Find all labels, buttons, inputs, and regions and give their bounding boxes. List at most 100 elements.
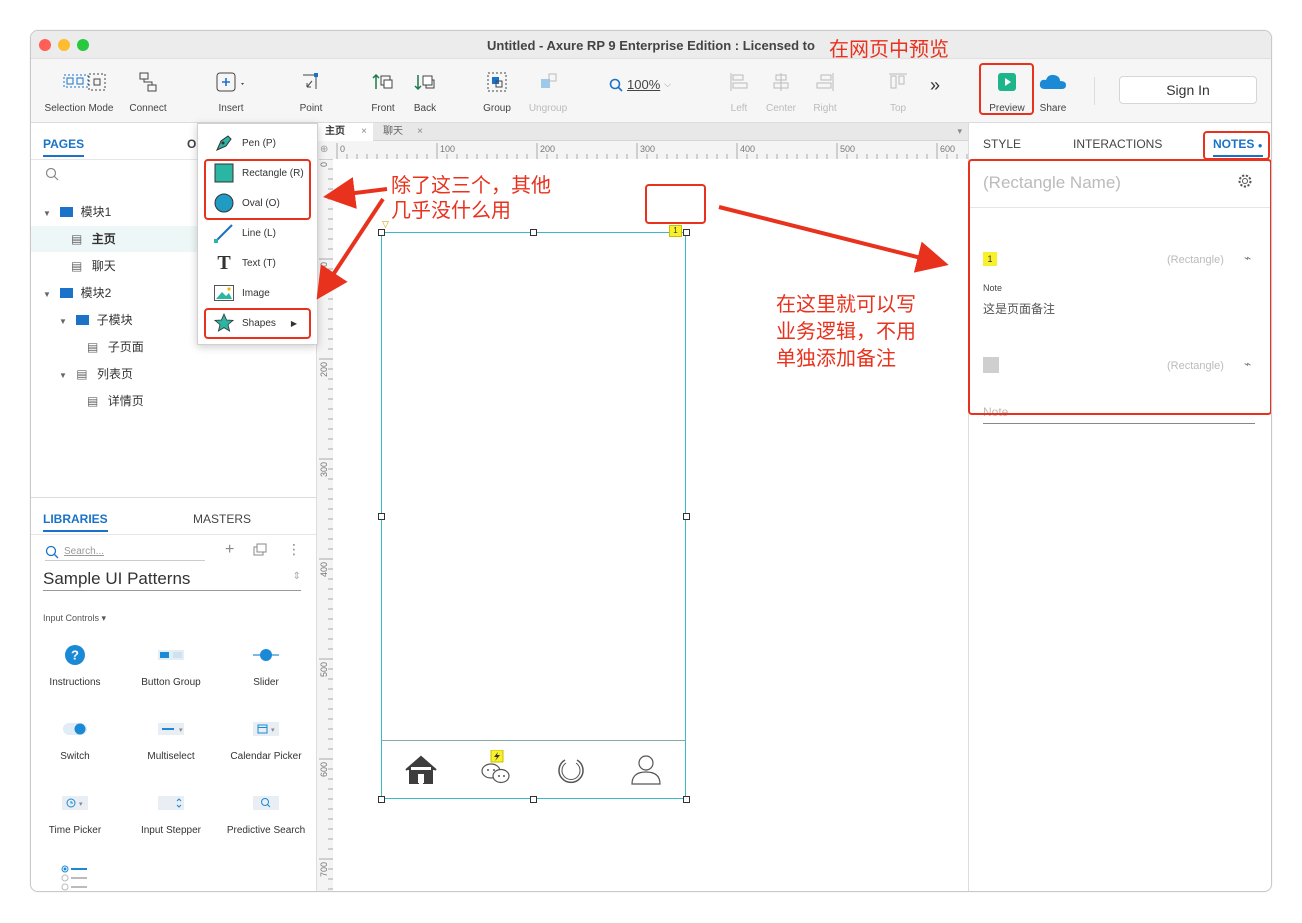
ruler-label: 0 bbox=[340, 144, 345, 154]
menu-item-rectangle[interactable]: Rectangle (R) bbox=[198, 158, 317, 188]
gear-icon[interactable] bbox=[1237, 173, 1253, 194]
pages-search-icon[interactable] bbox=[45, 167, 59, 186]
resize-handle[interactable] bbox=[530, 796, 537, 803]
align-top-button[interactable]: Top bbox=[881, 69, 915, 114]
tree-folder-submodule[interactable]: ▼ 子模块 bbox=[59, 307, 133, 333]
widget-label: Time Picker bbox=[48, 825, 102, 836]
preview-button[interactable]: Preview bbox=[985, 69, 1029, 114]
refresh-circle-icon[interactable] bbox=[555, 756, 587, 791]
widget-instructions[interactable]: ? Instructions bbox=[31, 643, 125, 688]
close-tab-icon[interactable]: × bbox=[417, 123, 423, 141]
tree-item-label: 模块2 bbox=[80, 286, 112, 300]
note-1-value[interactable]: 这是页面备注 bbox=[983, 300, 1055, 317]
tab-libraries[interactable]: LIBRARIES bbox=[43, 512, 108, 532]
rectangle-artboard[interactable] bbox=[381, 232, 686, 799]
back-button[interactable]: Back bbox=[407, 69, 443, 114]
align-left-icon bbox=[721, 69, 757, 95]
ruler-label: 200 bbox=[319, 362, 329, 377]
panel-divider bbox=[969, 207, 1271, 208]
menu-item-line[interactable]: Line (L) bbox=[198, 218, 317, 248]
add-library-icon[interactable]: + bbox=[225, 541, 234, 559]
chat-icon[interactable] bbox=[479, 749, 513, 791]
note-1-field-label: Note bbox=[983, 283, 1003, 293]
resize-handle[interactable] bbox=[378, 229, 385, 236]
tree-page-chat[interactable]: ▤ 聊天 bbox=[71, 253, 116, 279]
tab-notes[interactable]: NOTES ● bbox=[1213, 137, 1263, 157]
tab-pages[interactable]: PAGES bbox=[43, 137, 85, 157]
widget-name-input[interactable]: (Rectangle Name) bbox=[983, 173, 1213, 193]
group-button[interactable]: Group bbox=[479, 69, 515, 114]
library-select[interactable]: Sample UI Patterns ⇕ bbox=[43, 569, 301, 591]
more-options-icon[interactable]: ⋮ bbox=[287, 541, 301, 558]
menu-item-shapes[interactable]: Shapes ▶ bbox=[198, 308, 317, 338]
close-tab-icon[interactable]: × bbox=[361, 123, 367, 141]
tab-interactions[interactable]: INTERACTIONS bbox=[1073, 137, 1162, 151]
align-right-button[interactable]: Right bbox=[807, 69, 843, 114]
tab-overflow-icon[interactable]: ▾ bbox=[957, 126, 962, 137]
resize-handle[interactable] bbox=[530, 229, 537, 236]
point-label: Point bbox=[299, 103, 323, 114]
widget-predictive-search[interactable]: Predictive Search bbox=[216, 791, 316, 836]
tree-page-detail[interactable]: ▤ 详情页 bbox=[87, 388, 144, 414]
tree-page-subpage[interactable]: ▤ 子页面 bbox=[87, 334, 144, 360]
share-button[interactable]: Share bbox=[1033, 69, 1073, 114]
tree-folder-module1[interactable]: ▼ 模块1 bbox=[43, 199, 111, 225]
svg-text:▾: ▾ bbox=[79, 801, 83, 808]
menu-item-pen[interactable]: Pen (P) bbox=[198, 128, 317, 158]
widget-button-group[interactable]: Button Group bbox=[121, 643, 221, 688]
insert-button[interactable]: Insert bbox=[209, 69, 253, 114]
tab-style[interactable]: STYLE bbox=[983, 137, 1021, 151]
widget-label: Calendar Picker bbox=[230, 751, 302, 762]
notes-dot-icon: ● bbox=[1257, 141, 1263, 150]
menu-item-text[interactable]: T Text (T) bbox=[198, 248, 317, 278]
resize-handle[interactable] bbox=[378, 796, 385, 803]
tab-outline[interactable]: O bbox=[187, 137, 196, 151]
library-copy-icon[interactable] bbox=[253, 543, 267, 562]
widget-slider[interactable]: Slider bbox=[216, 643, 316, 688]
note-marker[interactable]: 1 bbox=[669, 225, 682, 237]
tree-page-home[interactable]: ▤ 主页 bbox=[71, 226, 116, 252]
tab-divider bbox=[969, 159, 1271, 160]
widget-multiselect[interactable]: ▾ Multiselect bbox=[121, 717, 221, 762]
home-icon[interactable] bbox=[404, 755, 438, 790]
menu-item-oval[interactable]: Oval (O) bbox=[198, 188, 317, 218]
tab-chat[interactable]: 聊天 × bbox=[373, 123, 429, 141]
tree-page-list[interactable]: ▼ ▤ 列表页 bbox=[59, 361, 133, 387]
select-contained-button[interactable] bbox=[85, 69, 109, 95]
resize-handle[interactable] bbox=[683, 229, 690, 236]
widget-calendar-picker[interactable]: ▾ Calendar Picker bbox=[216, 717, 316, 762]
front-button[interactable]: Front bbox=[365, 69, 401, 114]
resize-handle[interactable] bbox=[683, 796, 690, 803]
library-search-input[interactable]: Search... bbox=[45, 543, 205, 561]
align-right-label: Right bbox=[813, 103, 837, 114]
ungroup-button[interactable]: Ungroup bbox=[523, 69, 573, 114]
point-button[interactable]: Point bbox=[291, 69, 331, 114]
resize-handle[interactable] bbox=[378, 513, 385, 520]
resize-handle[interactable] bbox=[683, 513, 690, 520]
widget-time-picker[interactable]: ▾ Time Picker bbox=[31, 791, 125, 836]
widget-switch[interactable]: Switch bbox=[31, 717, 125, 762]
library-section-label[interactable]: Input Controls ▾ bbox=[43, 613, 106, 624]
interaction-marker-icon[interactable]: ▽ bbox=[382, 219, 389, 230]
note-2-field[interactable]: Note bbox=[983, 405, 1255, 424]
note-2-type: (Rectangle) bbox=[1167, 360, 1224, 372]
tab-home[interactable]: 主页 × bbox=[317, 123, 373, 141]
more-tools-button[interactable]: » bbox=[925, 75, 945, 96]
tab-notes-label: NOTES bbox=[1213, 137, 1255, 151]
chevron-down-icon: ⌵ bbox=[664, 79, 672, 89]
connect-button[interactable]: Connect bbox=[123, 69, 173, 114]
user-profile-icon[interactable] bbox=[629, 754, 663, 791]
zoom-select[interactable]: 100% ⌵ bbox=[609, 77, 689, 92]
widget-input-stepper[interactable]: Input Stepper bbox=[121, 791, 221, 836]
tree-folder-module2[interactable]: ▼ 模块2 bbox=[43, 280, 111, 306]
paperclip-icon[interactable]: ⌁ bbox=[1244, 251, 1251, 265]
radio-list-icon[interactable] bbox=[61, 865, 89, 891]
align-top-icon bbox=[881, 69, 915, 95]
ruler-label: 100 bbox=[440, 144, 455, 154]
paperclip-icon[interactable]: ⌁ bbox=[1244, 357, 1251, 371]
menu-item-image[interactable]: Image bbox=[198, 278, 317, 308]
align-center-button[interactable]: Center bbox=[761, 69, 801, 114]
sign-in-button[interactable]: Sign In bbox=[1119, 76, 1257, 104]
tab-masters[interactable]: MASTERS bbox=[193, 512, 251, 526]
align-left-button[interactable]: Left bbox=[721, 69, 757, 114]
